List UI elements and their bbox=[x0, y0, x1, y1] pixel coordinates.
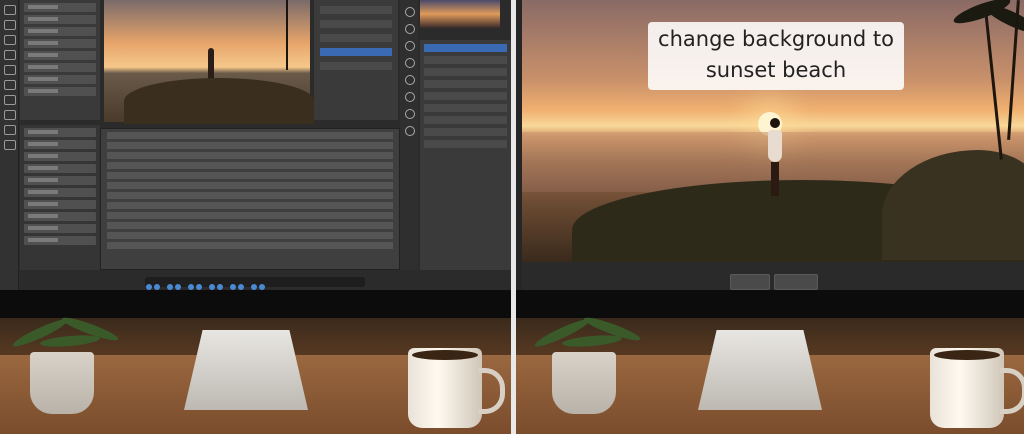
monitor-stand bbox=[698, 330, 822, 410]
list-item[interactable] bbox=[24, 236, 96, 245]
editor-bottom-bar bbox=[522, 262, 1024, 290]
list-item[interactable] bbox=[24, 164, 96, 173]
zoom-icon[interactable] bbox=[4, 140, 16, 150]
plant-pot bbox=[30, 352, 94, 414]
layer-row[interactable] bbox=[24, 63, 96, 72]
layer-row[interactable] bbox=[24, 87, 96, 96]
instruction-caption: change background to sunset beach bbox=[648, 22, 904, 90]
navigator-thumbnail bbox=[420, 0, 500, 28]
monitor-screen-before bbox=[0, 0, 511, 290]
taskbar-dock bbox=[145, 277, 365, 290]
layer-row[interactable] bbox=[24, 27, 96, 36]
palm-tree bbox=[286, 0, 288, 70]
settings-dialog bbox=[100, 128, 400, 270]
lasso-icon[interactable] bbox=[4, 35, 16, 45]
after-panel: change background to sunset beach bbox=[516, 0, 1024, 434]
document-canvas[interactable] bbox=[104, 0, 314, 124]
coffee bbox=[412, 350, 478, 360]
layer-row[interactable] bbox=[24, 15, 96, 24]
plant-pot bbox=[552, 352, 616, 414]
adjustments-icon[interactable] bbox=[405, 58, 415, 68]
hill-shape bbox=[124, 78, 314, 124]
list-item[interactable] bbox=[24, 176, 96, 185]
list-item[interactable] bbox=[24, 152, 96, 161]
toolbar bbox=[0, 0, 19, 290]
hand-icon[interactable] bbox=[4, 125, 16, 135]
wand-icon[interactable] bbox=[4, 50, 16, 60]
type-icon[interactable] bbox=[4, 110, 16, 120]
layer-row[interactable] bbox=[24, 51, 96, 60]
brush-settings-icon[interactable] bbox=[405, 24, 415, 34]
coffee-mug bbox=[930, 348, 1004, 428]
list-item[interactable] bbox=[24, 140, 96, 149]
layers-icon[interactable] bbox=[405, 75, 415, 85]
person-silhouette bbox=[208, 48, 214, 82]
layer-row[interactable] bbox=[24, 75, 96, 84]
styles-icon[interactable] bbox=[405, 126, 415, 136]
before-panel bbox=[0, 0, 511, 434]
properties-panel bbox=[314, 0, 398, 120]
layers-panel-right bbox=[420, 40, 511, 270]
sunset-beach-photo: change background to sunset beach bbox=[522, 0, 1024, 280]
crop-icon[interactable] bbox=[4, 65, 16, 75]
list-item[interactable] bbox=[24, 200, 96, 209]
eraser-icon[interactable] bbox=[4, 95, 16, 105]
adjust-button[interactable] bbox=[730, 274, 770, 290]
brush-icon[interactable] bbox=[4, 80, 16, 90]
paths-icon[interactable] bbox=[405, 109, 415, 119]
history-icon[interactable] bbox=[405, 7, 415, 17]
layers-panel bbox=[20, 0, 100, 120]
coffee-mug bbox=[408, 348, 482, 428]
marquee-icon[interactable] bbox=[4, 20, 16, 30]
list-item[interactable] bbox=[24, 224, 96, 233]
adjustments-list bbox=[20, 125, 100, 270]
monitor-stand bbox=[184, 330, 308, 410]
move-icon[interactable] bbox=[4, 5, 16, 15]
caption-text: change background to sunset beach bbox=[658, 27, 894, 82]
mug-handle bbox=[1000, 368, 1024, 414]
monitor-screen-after: change background to sunset beach bbox=[516, 0, 1024, 290]
list-item[interactable] bbox=[24, 188, 96, 197]
woman-silhouette bbox=[768, 118, 782, 198]
list-item[interactable] bbox=[24, 128, 96, 137]
export-button[interactable] bbox=[774, 274, 818, 290]
layer-row[interactable] bbox=[24, 3, 96, 12]
layer-row[interactable] bbox=[24, 39, 96, 48]
panel-icons bbox=[400, 0, 418, 270]
monitor-bezel bbox=[0, 290, 511, 320]
coffee bbox=[934, 350, 1000, 360]
list-item[interactable] bbox=[24, 212, 96, 221]
monitor-bezel bbox=[516, 290, 1024, 320]
channels-icon[interactable] bbox=[405, 92, 415, 102]
properties-icon[interactable] bbox=[405, 41, 415, 51]
